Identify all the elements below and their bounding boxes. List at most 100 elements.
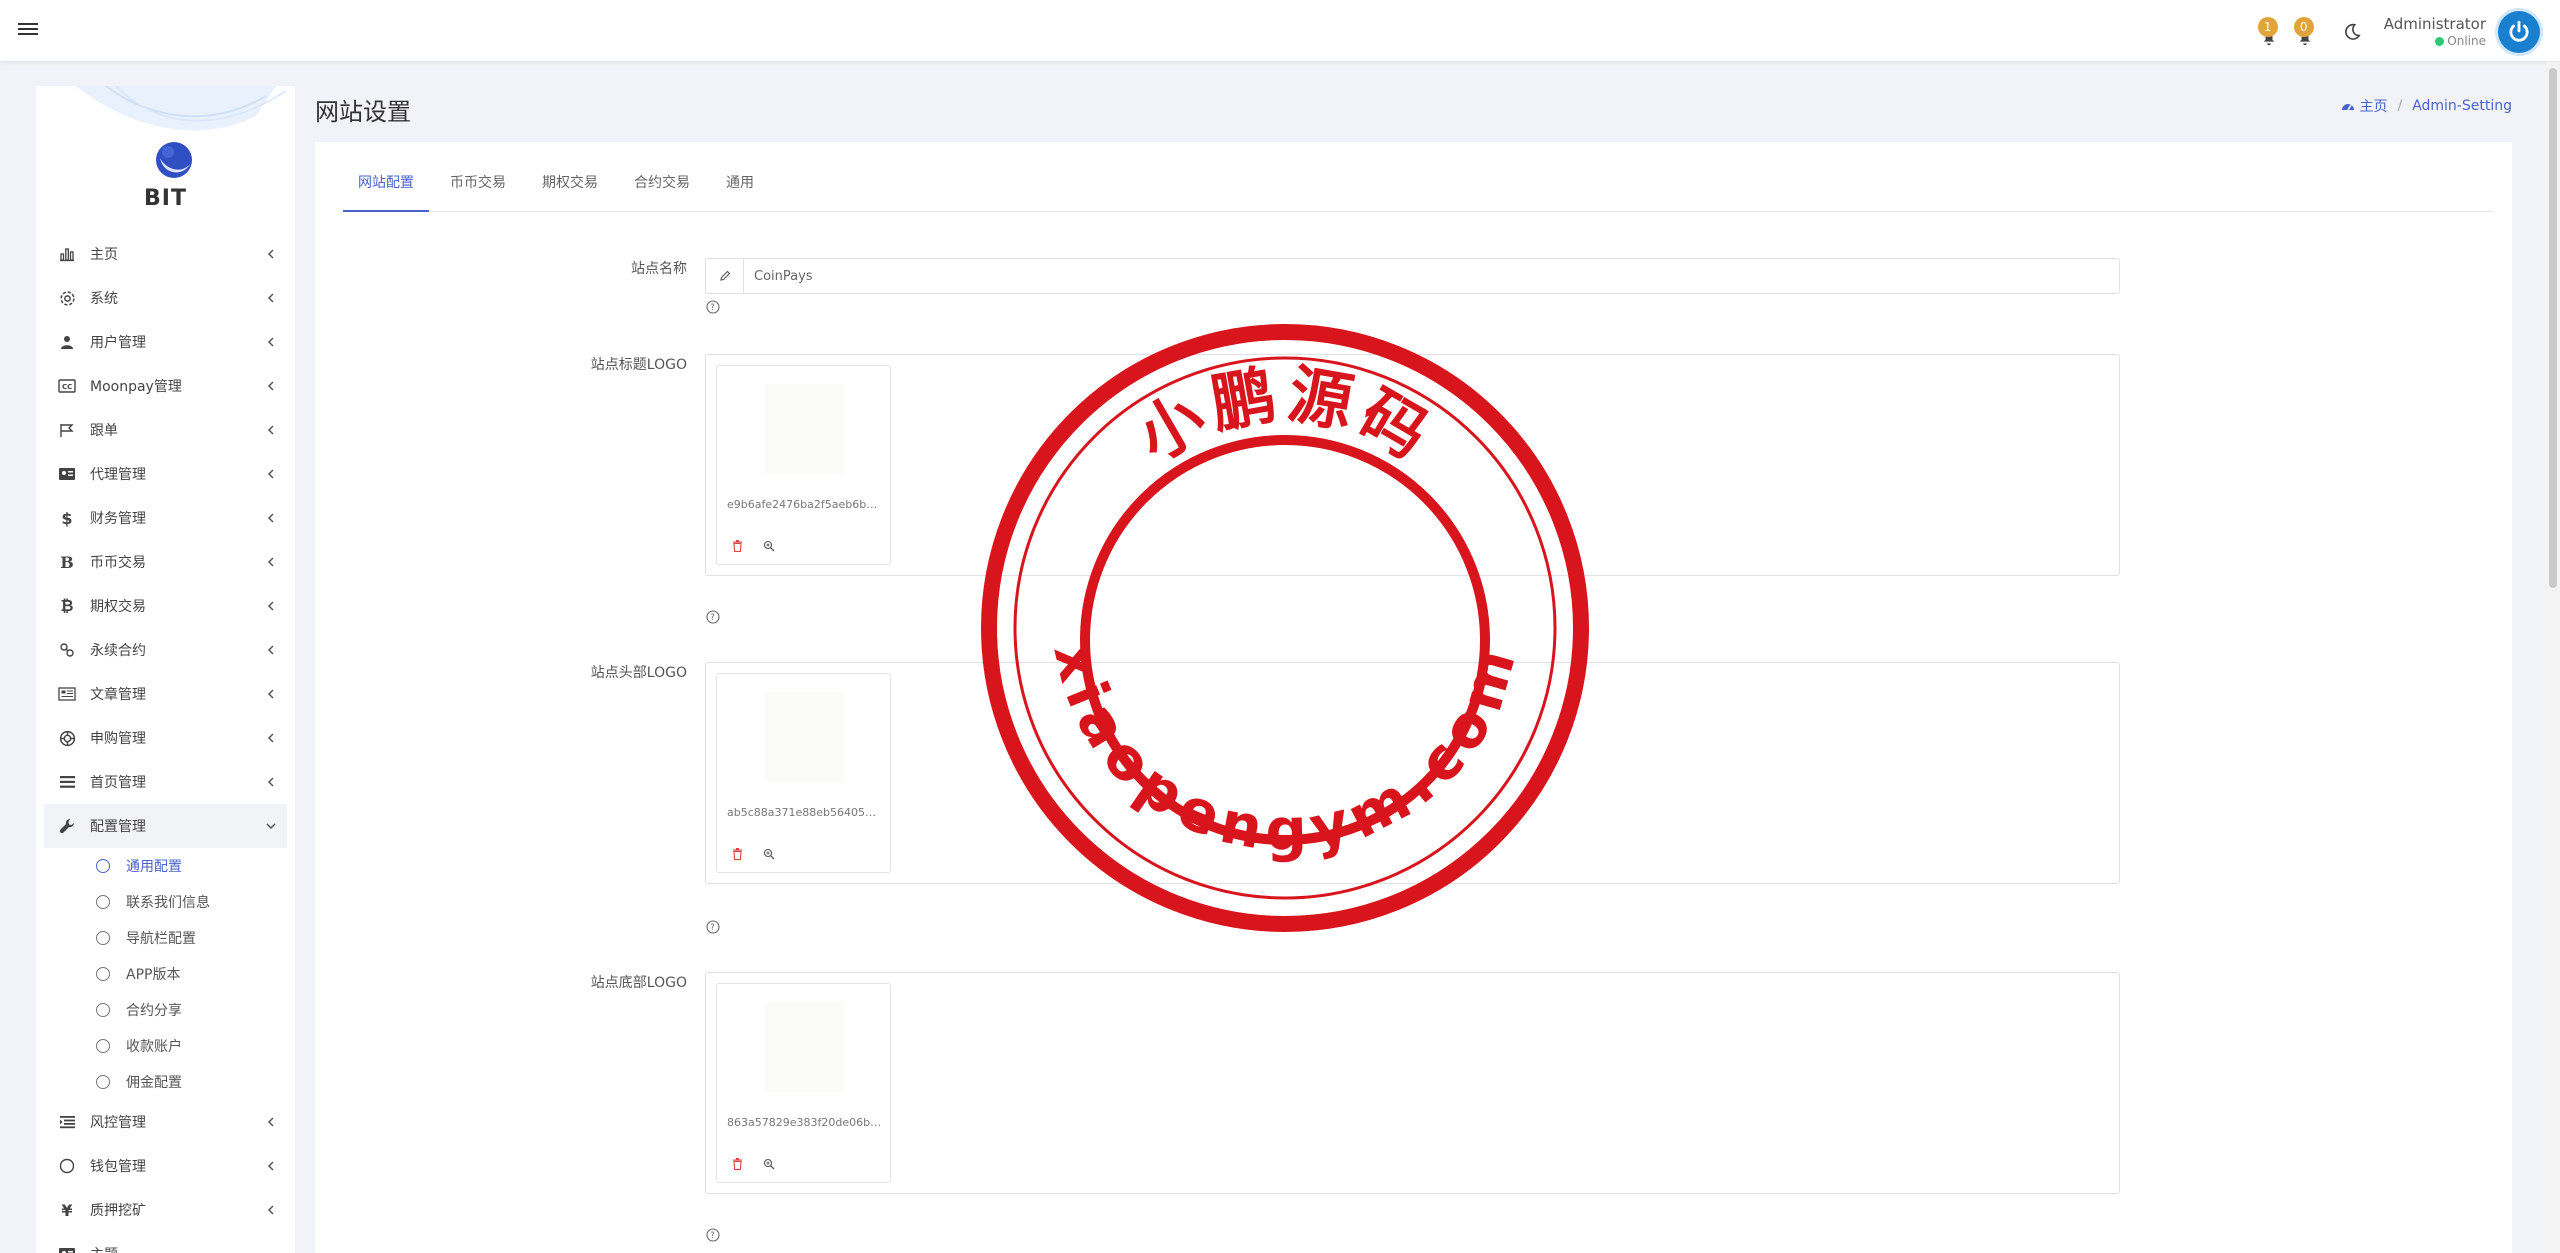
id-card-icon bbox=[56, 1244, 78, 1253]
brand-logo-icon[interactable] bbox=[146, 130, 202, 186]
title-logo-upload: e9b6afe2476ba2f5aeb6b69... bbox=[705, 354, 2120, 576]
circle-icon bbox=[96, 967, 110, 981]
chevron-left-icon bbox=[267, 777, 274, 787]
notification-bell-1[interactable]: 1 bbox=[2252, 15, 2286, 49]
sidebar: BIT 主页 系统 用户管理 CC Moonpay管理 跟单 代理管理 $ 财务… bbox=[36, 86, 295, 1253]
help-icon[interactable]: ? bbox=[706, 300, 720, 314]
sidebar-item-copy-trade[interactable]: 跟单 bbox=[44, 408, 287, 452]
trash-icon[interactable] bbox=[727, 844, 747, 864]
sidebar-subitem-app-version[interactable]: APP版本 bbox=[44, 956, 287, 992]
lifebuoy-icon bbox=[56, 728, 78, 748]
footer-logo-upload: 863a57829e383f20de06bf5... bbox=[705, 972, 2120, 1194]
sidebar-item-options-trading[interactable]: ₿ 期权交易 bbox=[44, 584, 287, 628]
sidebar-subitem-general-config[interactable]: 通用配置 bbox=[44, 848, 287, 884]
circle-icon bbox=[96, 1075, 110, 1089]
wrench-icon bbox=[56, 816, 78, 836]
tab-site-config[interactable]: 网站配置 bbox=[343, 166, 429, 212]
notification-bell-2[interactable]: 0 bbox=[2288, 15, 2322, 49]
sidebar-item-theme[interactable]: 主题 bbox=[44, 1232, 287, 1253]
sidebar-subitem-navbar-config[interactable]: 导航栏配置 bbox=[44, 920, 287, 956]
site-name-input[interactable] bbox=[744, 259, 2119, 293]
sidebar-item-home[interactable]: 主页 bbox=[44, 232, 287, 276]
newspaper-icon bbox=[56, 684, 78, 704]
circle-icon bbox=[56, 1156, 78, 1176]
breadcrumb-home-link[interactable]: 主页 bbox=[2359, 96, 2387, 116]
menu-toggle-icon[interactable] bbox=[18, 20, 38, 40]
tab-spot-trading[interactable]: 币币交易 bbox=[435, 166, 521, 212]
svg-text:?: ? bbox=[710, 923, 715, 933]
chevron-left-icon bbox=[267, 337, 274, 347]
sidebar-item-spot-trading[interactable]: B 币币交易 bbox=[44, 540, 287, 584]
breadcrumb-current: Admin-Setting bbox=[2412, 98, 2512, 114]
avatar[interactable] bbox=[2498, 11, 2540, 53]
trash-icon[interactable] bbox=[727, 536, 747, 556]
chevron-left-icon bbox=[267, 601, 274, 611]
sidebar-subitem-payment-accounts[interactable]: 收款账户 bbox=[44, 1028, 287, 1064]
chevron-left-icon bbox=[267, 733, 274, 743]
sidebar-item-agents[interactable]: 代理管理 bbox=[44, 452, 287, 496]
power-icon bbox=[2509, 20, 2529, 42]
chevron-left-icon bbox=[267, 557, 274, 567]
breadcrumb: 主页 / Admin-Setting bbox=[2341, 96, 2512, 116]
tab-contract-trading[interactable]: 合约交易 bbox=[619, 166, 705, 212]
list-icon bbox=[56, 772, 78, 792]
tab-general[interactable]: 通用 bbox=[711, 166, 769, 212]
chevron-left-icon bbox=[267, 645, 274, 655]
gear-icon bbox=[56, 288, 78, 308]
logo-image bbox=[765, 692, 845, 782]
sidebar-item-moonpay[interactable]: CC Moonpay管理 bbox=[44, 364, 287, 408]
sidebar-subitem-contact-info[interactable]: 联系我们信息 bbox=[44, 884, 287, 920]
svg-text:?: ? bbox=[710, 1231, 715, 1241]
help-icon[interactable]: ? bbox=[706, 610, 720, 624]
sidebar-item-staking[interactable]: ¥ 质押挖矿 bbox=[44, 1188, 287, 1232]
moon-icon bbox=[2344, 23, 2361, 40]
sidebar-item-system[interactable]: 系统 bbox=[44, 276, 287, 320]
file-name: e9b6afe2476ba2f5aeb6b69... bbox=[727, 498, 882, 511]
sidebar-item-users[interactable]: 用户管理 bbox=[44, 320, 287, 364]
chevron-left-icon bbox=[267, 425, 274, 435]
trash-icon[interactable] bbox=[727, 1154, 747, 1174]
id-card-icon bbox=[56, 464, 78, 484]
svg-text:?: ? bbox=[710, 303, 715, 313]
help-icon[interactable]: ? bbox=[706, 920, 720, 934]
breadcrumb-separator: / bbox=[2397, 98, 2403, 114]
sidebar-item-wallet[interactable]: 钱包管理 bbox=[44, 1144, 287, 1188]
header-actions: 1 0 Administrator Online bbox=[2252, 10, 2540, 54]
flag-icon bbox=[56, 420, 78, 440]
sidebar-subitem-commission-config[interactable]: 佣金配置 bbox=[44, 1064, 287, 1100]
sidebar-item-homepage[interactable]: 首页管理 bbox=[44, 760, 287, 804]
help-icon[interactable]: ? bbox=[706, 1228, 720, 1242]
sidebar-item-articles[interactable]: 文章管理 bbox=[44, 672, 287, 716]
page-scrollbar[interactable] bbox=[2546, 62, 2560, 1253]
tab-options-trading[interactable]: 期权交易 bbox=[527, 166, 613, 212]
notification-count-badge: 0 bbox=[2293, 17, 2314, 37]
notification-count-badge: 1 bbox=[2257, 17, 2278, 37]
zoom-icon[interactable] bbox=[759, 844, 779, 864]
sidebar-item-subscription[interactable]: 申购管理 bbox=[44, 716, 287, 760]
dollar-icon: $ bbox=[61, 508, 73, 528]
sidebar-item-risk-control[interactable]: 风控管理 bbox=[44, 1100, 287, 1144]
user-menu[interactable]: Administrator Online bbox=[2384, 15, 2486, 49]
user-name: Administrator bbox=[2383, 15, 2486, 33]
zoom-icon[interactable] bbox=[759, 1154, 779, 1174]
sidebar-item-perpetual[interactable]: 永续合约 bbox=[44, 628, 287, 672]
yen-icon: ¥ bbox=[61, 1200, 73, 1220]
header-logo-upload: ab5c88a371e88eb5640567... bbox=[705, 662, 2120, 884]
chevron-left-icon bbox=[267, 689, 274, 699]
circle-icon bbox=[96, 1003, 110, 1017]
page-title: 网站设置 bbox=[315, 98, 411, 126]
cc-icon: CC bbox=[56, 376, 78, 396]
dark-mode-toggle[interactable] bbox=[2332, 12, 2372, 52]
svg-text:CC: CC bbox=[62, 383, 72, 391]
chart-icon bbox=[56, 244, 78, 264]
zoom-icon[interactable] bbox=[759, 536, 779, 556]
scrollbar-thumb[interactable] bbox=[2549, 68, 2557, 588]
chevron-left-icon bbox=[267, 381, 274, 391]
sidebar-subitem-contract-share[interactable]: 合约分享 bbox=[44, 992, 287, 1028]
sidebar-item-finance[interactable]: $ 财务管理 bbox=[44, 496, 287, 540]
chevron-left-icon bbox=[267, 513, 274, 523]
chevron-left-icon bbox=[267, 1205, 274, 1215]
sidebar-item-config[interactable]: 配置管理 bbox=[44, 804, 287, 848]
user-status: Online bbox=[2384, 33, 2486, 49]
config-submenu: 通用配置 联系我们信息 导航栏配置 APP版本 合约分享 收款账户 佣金配置 bbox=[44, 848, 287, 1100]
